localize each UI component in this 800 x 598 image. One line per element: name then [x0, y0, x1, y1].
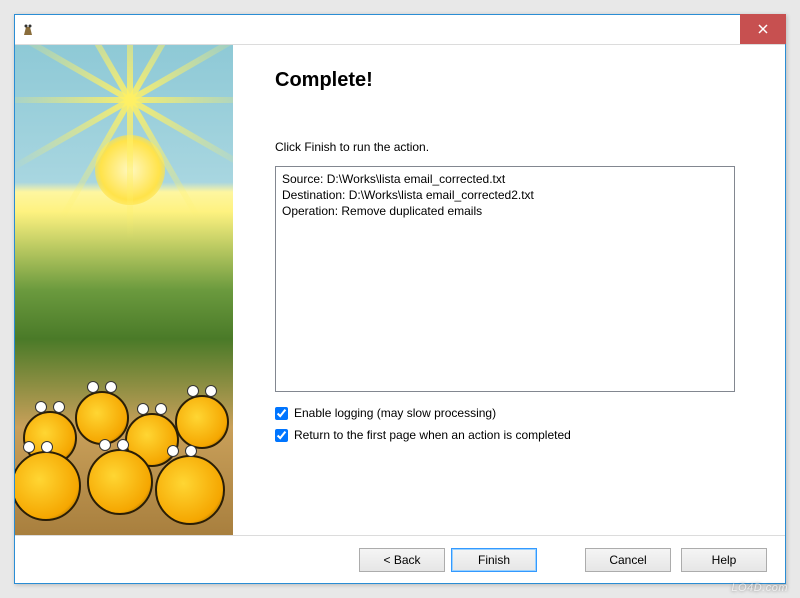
wizard-instruction: Click Finish to run the action. — [275, 140, 759, 154]
finish-button[interactable]: Finish — [451, 548, 537, 572]
wizard-footer: < Back Finish Cancel Help — [15, 535, 785, 583]
at-snail-icon — [155, 455, 225, 525]
close-button[interactable] — [740, 14, 786, 44]
sun-illustration — [95, 135, 165, 205]
summary-destination-path: D:\Works\lista email_corrected2.txt — [349, 188, 534, 202]
return-first-checkbox[interactable] — [275, 429, 288, 442]
wizard-window: Complete! Click Finish to run the action… — [14, 14, 786, 584]
at-snail-icon — [87, 449, 153, 515]
titlebar — [15, 15, 785, 45]
enable-logging-label: Enable logging (may slow processing) — [294, 406, 496, 420]
at-snail-icon — [175, 395, 229, 449]
app-icon — [21, 22, 37, 38]
summary-operation-label: Operation: — [282, 204, 338, 218]
help-button[interactable]: Help — [681, 548, 767, 572]
summary-source-path: D:\Works\lista email_corrected.txt — [327, 172, 506, 186]
at-snail-icon — [75, 391, 129, 445]
wizard-content: Complete! Click Finish to run the action… — [233, 45, 785, 535]
wizard-heading: Complete! — [275, 69, 759, 92]
summary-textbox[interactable]: Source: D:\Works\lista email_corrected.t… — [275, 166, 735, 392]
cancel-button[interactable]: Cancel — [585, 548, 671, 572]
back-button[interactable]: < Back — [359, 548, 445, 572]
return-first-label: Return to the first page when an action … — [294, 428, 571, 442]
enable-logging-row[interactable]: Enable logging (may slow processing) — [275, 406, 759, 420]
wizard-body: Complete! Click Finish to run the action… — [15, 45, 785, 535]
return-first-row[interactable]: Return to the first page when an action … — [275, 428, 759, 442]
wizard-side-image — [15, 45, 233, 535]
at-snail-icon — [15, 451, 81, 521]
summary-source-label: Source: — [282, 172, 323, 186]
enable-logging-checkbox[interactable] — [275, 407, 288, 420]
summary-destination-label: Destination: — [282, 188, 345, 202]
summary-operation-value: Remove duplicated emails — [341, 204, 482, 218]
options-group: Enable logging (may slow processing) Ret… — [275, 406, 759, 442]
